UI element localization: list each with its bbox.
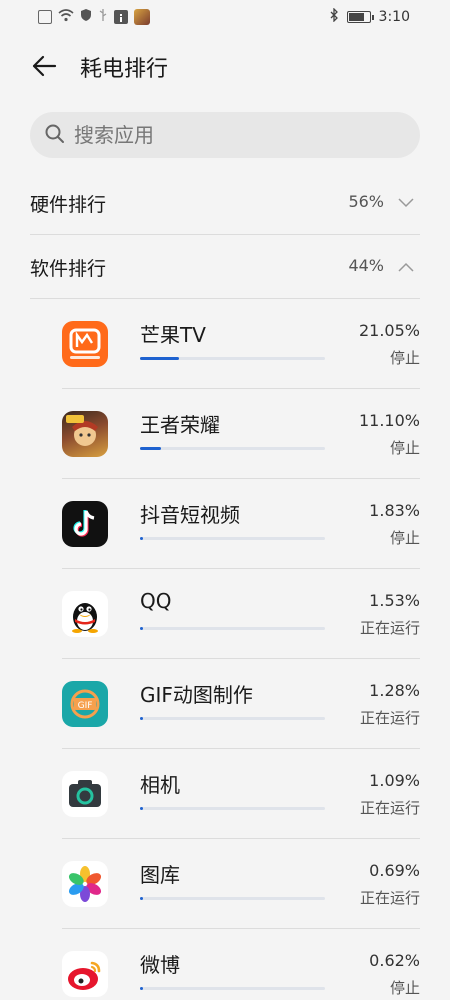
app-percent: 0.69%: [369, 861, 420, 880]
app-name: GIF动图制作: [140, 683, 253, 707]
honor-of-kings-icon: [62, 411, 108, 457]
app-row-camera[interactable]: 相机 1.09% 正在运行: [62, 749, 420, 839]
usage-bar: [140, 357, 325, 360]
usage-bar: [140, 987, 325, 990]
app-name: QQ: [140, 589, 172, 613]
status-time: 3:10: [378, 9, 410, 25]
chevron-up-icon: [398, 257, 414, 276]
app-header: 耗电排行: [0, 46, 450, 90]
app-percent: 21.05%: [358, 321, 420, 340]
search-bar[interactable]: [30, 112, 420, 158]
game-notification-icon: [134, 8, 150, 25]
section-software-ranking[interactable]: 软件排行 44%: [30, 235, 420, 299]
chevron-down-icon: [398, 193, 414, 212]
search-icon: [44, 123, 66, 149]
usage-bar-fill: [140, 537, 144, 540]
app-percent: 1.83%: [369, 501, 420, 520]
wifi-icon: [58, 7, 74, 26]
app-percent: 1.09%: [369, 771, 420, 790]
usage-bar: [140, 537, 325, 540]
app-percent: 1.53%: [369, 591, 420, 610]
section-percent: 44%: [348, 256, 384, 275]
back-button[interactable]: [28, 50, 60, 82]
app-status: 正在运行: [359, 619, 420, 637]
app-row-qq[interactable]: QQ 1.53% 正在运行: [62, 569, 420, 659]
usb-icon: [98, 7, 108, 26]
app-row-gallery[interactable]: 图库 0.69% 正在运行: [62, 839, 420, 929]
usage-bar-fill: [140, 447, 161, 450]
status-icons-left: [38, 7, 150, 26]
notification-icon: [38, 9, 52, 24]
gif-maker-icon: GIF: [62, 681, 108, 727]
app-status: 停止: [389, 349, 420, 367]
section-hardware-ranking[interactable]: 硬件排行 56%: [30, 171, 420, 235]
info-icon: [114, 9, 128, 24]
usage-bar-fill: [140, 807, 143, 810]
svg-text:GIF: GIF: [78, 701, 93, 711]
app-percent: 11.10%: [358, 411, 420, 430]
app-row-gif-maker[interactable]: GIF GIF动图制作 1.28% 正在运行: [62, 659, 420, 749]
app-name: 王者荣耀: [140, 413, 220, 437]
search-input[interactable]: [74, 112, 394, 158]
app-name: 芒果TV: [140, 323, 206, 347]
gallery-icon: [62, 861, 108, 907]
shield-icon: [80, 7, 92, 26]
usage-bar-fill: [140, 897, 143, 900]
usage-bar: [140, 717, 325, 720]
app-name: 抖音短视频: [140, 503, 240, 527]
app-status: 停止: [389, 439, 420, 457]
app-percent: 0.62%: [369, 951, 420, 970]
status-bar: 3:10: [0, 0, 450, 34]
battery-icon: [346, 11, 374, 23]
app-percent: 1.28%: [369, 681, 420, 700]
qq-icon: [62, 591, 108, 637]
app-status: 正在运行: [359, 709, 420, 727]
usage-bar: [140, 897, 325, 900]
section-label: 硬件排行: [30, 194, 107, 216]
app-status: 正在运行: [359, 889, 420, 907]
arrow-left-icon: [32, 55, 57, 77]
usage-bar-fill: [140, 717, 143, 720]
app-status: 停止: [389, 979, 420, 997]
app-status: 正在运行: [359, 799, 420, 817]
app-name: 微博: [140, 953, 180, 977]
status-icons-right: 3:10: [329, 7, 410, 26]
section-percent: 56%: [348, 192, 384, 211]
app-status: 停止: [389, 529, 420, 547]
usage-bar-fill: [140, 987, 143, 990]
mango-tv-icon: [62, 321, 108, 367]
usage-bar: [140, 627, 325, 630]
camera-icon: [62, 771, 108, 817]
app-name: 相机: [140, 773, 180, 797]
douyin-icon: [62, 501, 108, 547]
page-title: 耗电排行: [80, 57, 169, 82]
usage-bar: [140, 447, 325, 450]
section-label: 软件排行: [30, 258, 107, 280]
app-row-douyin[interactable]: 抖音短视频 1.83% 停止: [62, 479, 420, 569]
usage-bar-fill: [140, 357, 179, 360]
app-row-honor-of-kings[interactable]: 王者荣耀 11.10% 停止: [62, 389, 420, 479]
usage-bar-fill: [140, 627, 143, 630]
app-row-weibo[interactable]: 微博 0.62% 停止: [62, 929, 420, 1000]
usage-bar: [140, 807, 325, 810]
app-row-mango-tv[interactable]: 芒果TV 21.05% 停止: [62, 299, 420, 389]
bluetooth-icon: [329, 7, 339, 26]
app-name: 图库: [140, 863, 180, 887]
weibo-icon: [62, 951, 108, 997]
